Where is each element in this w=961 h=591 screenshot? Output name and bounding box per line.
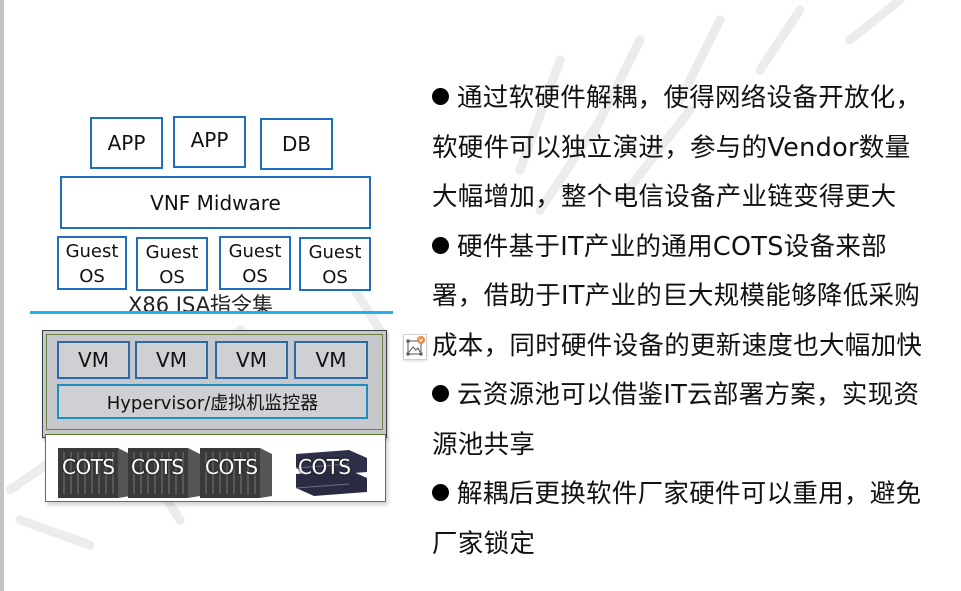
cots-label: COTS	[131, 455, 184, 479]
isa-divider-line	[30, 311, 393, 314]
guest-os-label: Guest OS	[145, 241, 199, 288]
cots-label: COTS	[62, 455, 115, 479]
db-label: DB	[281, 132, 312, 156]
guest-os-label: Guest OS	[65, 240, 119, 287]
bullet-dot-icon	[432, 236, 449, 254]
app-box: APP	[173, 116, 246, 168]
bullet-item: 解耦后更换软件厂家硬件可以重用，避免 厂家锁定	[432, 479, 922, 559]
left-edge-strip	[0, 0, 4, 591]
bullet-item: 硬件基于IT产业的通用COTS设备来部 署，借助于IT产业的巨大规模能够降低采购…	[432, 231, 923, 361]
vm-box: VM	[57, 341, 130, 379]
bullet-dot-icon	[432, 88, 449, 105]
hypervisor-label: Hypervisor/虚拟机监控器	[106, 392, 319, 414]
vm-box: VM	[215, 341, 288, 379]
guest-os-box: Guest OS	[57, 236, 127, 290]
app-label: APP	[107, 131, 146, 155]
bullet-dot-icon	[432, 385, 449, 402]
guest-os-box: Guest OS	[219, 236, 291, 290]
guest-os-label: Guest OS	[228, 240, 282, 287]
cots-label: COTS	[298, 455, 351, 479]
isa-label: X86 ISA指令集	[128, 293, 274, 317]
image-placeholder-icon[interactable]	[403, 334, 427, 360]
vm-box: VM	[135, 341, 208, 379]
guest-os-box: Guest OS	[299, 237, 371, 291]
cots-label: COTS	[205, 455, 258, 479]
bullet-item: 通过软硬件解耦，使得网络设备开放化， 软硬件可以独立演进，参与的Vendor数量…	[432, 83, 922, 212]
vnf-midware-box: VNF Midware	[60, 176, 371, 229]
guest-os-label: Guest OS	[308, 241, 362, 288]
db-box: DB	[260, 118, 333, 170]
bullet-item: 云资源池可以借鉴IT云部署方案，实现资 源池共享	[432, 380, 920, 460]
app-label: APP	[190, 128, 229, 152]
bullet-dot-icon	[432, 484, 449, 501]
guest-os-box: Guest OS	[136, 237, 208, 291]
bullet-list: 通过软硬件解耦，使得网络设备开放化， 软硬件可以独立演进，参与的Vendor数量…	[432, 74, 952, 569]
vm-box: VM	[294, 341, 368, 379]
hypervisor-box: Hypervisor/虚拟机监控器	[57, 384, 368, 419]
vnf-midware-label: VNF Midware	[150, 190, 281, 215]
app-box: APP	[90, 117, 163, 169]
